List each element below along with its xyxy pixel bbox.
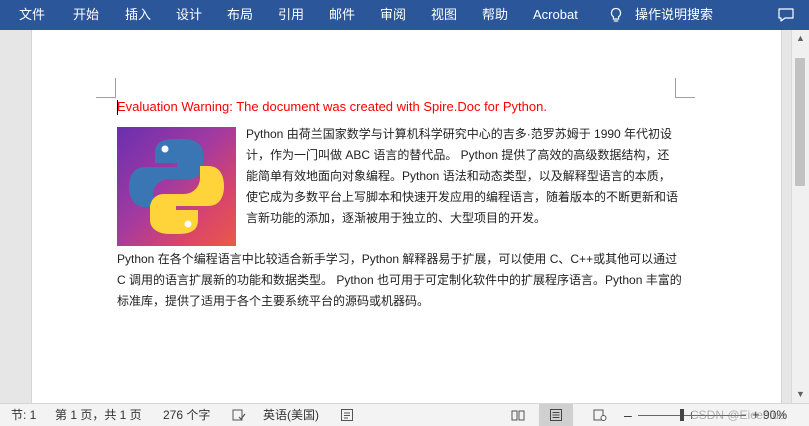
zoom-slider-thumb[interactable] [680,409,684,421]
tab-view[interactable]: 视图 [431,0,457,30]
python-logo-image[interactable] [117,127,236,246]
section-indicator[interactable]: 节: 1 [11,404,36,426]
page-layout-icon [550,409,562,421]
print-layout-button[interactable] [539,404,573,426]
comment-icon[interactable] [777,7,795,23]
tab-layout[interactable]: 布局 [227,0,253,30]
proofing-icon[interactable] [232,408,246,422]
tab-references[interactable]: 引用 [278,0,304,30]
zoom-out-button[interactable]: – [624,404,632,426]
tab-file[interactable]: 文件 [19,0,45,30]
tab-acrobat[interactable]: Acrobat [533,0,578,30]
crop-mark-top-left [96,78,116,98]
tab-insert[interactable]: 插入 [125,0,151,30]
status-bar: 节: 1 第 1 页，共 1 页 276 个字 英语(美国) – + 90% C… [0,403,809,426]
web-layout-button[interactable] [583,404,617,426]
tab-design[interactable]: 设计 [176,0,202,30]
paragraph-2: Python 在各个编程语言中比较适合新手学习，Python 解释器易于扩展，可… [117,252,682,308]
paragraph-1: Python 由荷兰国家数学与计算机科学研究中心的吉多·范罗苏姆于 1990 年… [246,127,679,225]
document-page[interactable]: Evaluation Warning: The document was cre… [31,30,782,403]
python-logo-icon [129,139,224,234]
tab-review[interactable]: 审阅 [380,0,406,30]
evaluation-warning: Evaluation Warning: The document was cre… [117,99,547,114]
scroll-down-icon[interactable]: ▼ [792,386,809,403]
book-icon [511,410,525,421]
text-cursor [117,100,118,115]
language-indicator[interactable]: 英语(美国) [263,404,319,426]
read-mode-button[interactable] [501,404,535,426]
crop-mark-top-right [675,78,695,98]
vertical-scrollbar[interactable]: ▲ ▼ [791,30,809,403]
document-area: Evaluation Warning: The document was cre… [0,30,791,403]
tab-help[interactable]: 帮助 [482,0,508,30]
lightbulb-icon[interactable] [608,7,624,23]
scroll-thumb[interactable] [795,58,805,186]
accessibility-icon[interactable] [340,408,354,422]
watermark: CSDN @Eiceblue [690,408,786,422]
ribbon-tab-bar: 文件 开始 插入 设计 布局 引用 邮件 审阅 视图 帮助 Acrobat 操作… [0,0,809,30]
tell-me-search[interactable]: 操作说明搜索 [635,0,713,30]
web-layout-icon [593,409,607,421]
page-indicator[interactable]: 第 1 页，共 1 页 [55,404,142,426]
word-count[interactable]: 276 个字 [163,404,210,426]
tab-mailings[interactable]: 邮件 [329,0,355,30]
scroll-up-icon[interactable]: ▲ [792,30,809,47]
tab-home[interactable]: 开始 [73,0,99,30]
